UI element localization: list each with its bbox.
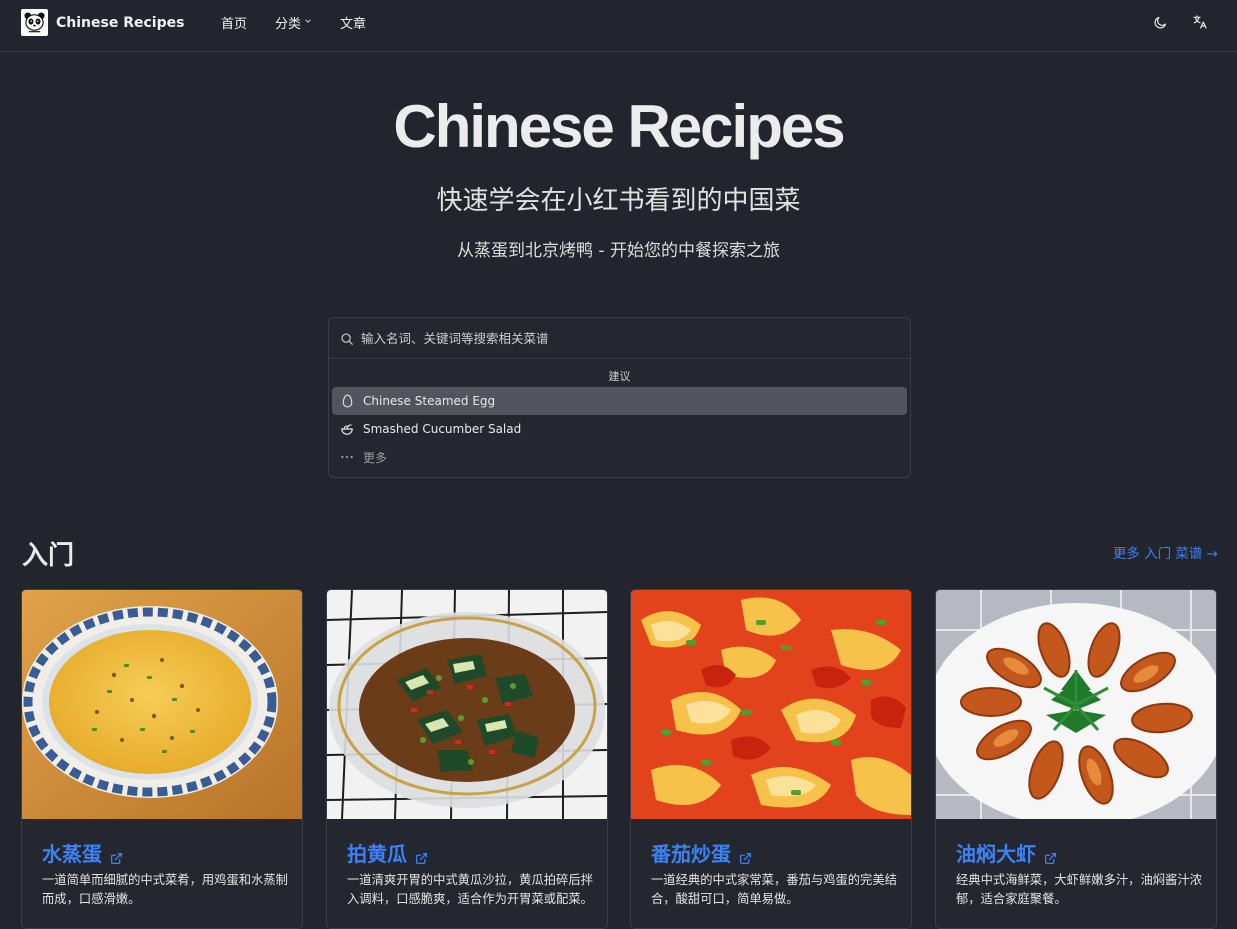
hero-subtitle: 快速学会在小红书看到的中国菜 xyxy=(436,186,801,216)
external-link-icon xyxy=(110,846,123,865)
recipe-title-link[interactable]: 水蒸蛋 xyxy=(42,838,123,867)
more-recipes-link[interactable]: 更多 入门 菜谱 → xyxy=(1113,542,1218,562)
recipe-card[interactable]: 水蒸蛋 一道简单而细腻的中式菜肴，用鸡蛋和水蒸制而成，口感滑嫩。 xyxy=(21,589,303,929)
suggestion-label: Chinese Steamed Egg xyxy=(363,394,496,408)
hero-tagline: 从蒸蛋到北京烤鸭 - 开始您的中餐探索之旅 xyxy=(457,241,780,261)
recipe-title-link[interactable]: 油焖大虾 xyxy=(956,838,1057,867)
recipe-card[interactable]: 番茄炒蛋 一道经典的中式家常菜，番茄与鸡蛋的完美结合，酸甜可口，简单易做。 xyxy=(630,589,912,929)
search-input[interactable] xyxy=(361,328,891,348)
top-navbar: Chinese Recipes 首页 分类 文章 xyxy=(0,0,1237,52)
chevron-down-icon xyxy=(304,17,312,28)
recipe-card[interactable]: 拍黄瓜 一道清爽开胃的中式黄瓜沙拉，黄瓜拍碎后拌入调料，口感脆爽，适合作为开胃菜… xyxy=(326,589,608,929)
recipe-image-steamed-egg xyxy=(22,590,302,819)
external-link-icon xyxy=(415,846,428,865)
recipe-description: 经典中式海鲜菜，大虾鲜嫩多汁，油焖酱汁浓郁，适合家庭聚餐。 xyxy=(956,873,1202,906)
search-bar xyxy=(329,318,910,359)
suggestion-label: Smashed Cucumber Salad xyxy=(363,422,522,436)
nav-link-home[interactable]: 首页 xyxy=(221,13,247,32)
section-title: 入门 xyxy=(22,541,75,571)
salad-bowl-icon xyxy=(340,422,354,436)
recipe-title: 拍黄瓜 xyxy=(347,842,407,866)
recipe-title-link[interactable]: 番茄炒蛋 xyxy=(651,838,752,867)
nav-link-categories[interactable]: 分类 xyxy=(275,13,312,32)
search-panel: 建议 Chinese Steamed Egg Smashed Cucumber … xyxy=(328,317,911,478)
recipe-title: 番茄炒蛋 xyxy=(651,842,731,866)
recipe-card[interactable]: 油焖大虾 经典中式海鲜菜，大虾鲜嫩多汁，油焖酱汁浓郁，适合家庭聚餐。 xyxy=(935,589,1217,929)
brand-name: Chinese Recipes xyxy=(56,14,185,31)
external-link-icon xyxy=(1044,846,1057,865)
recipe-title: 水蒸蛋 xyxy=(42,842,102,866)
recipe-description: 一道清爽开胃的中式黄瓜沙拉，黄瓜拍碎后拌入调料，口感脆爽，适合作为开胃菜或配菜。 xyxy=(347,873,593,906)
nav-link-articles[interactable]: 文章 xyxy=(340,13,366,32)
external-link-icon xyxy=(739,846,752,865)
recipe-image-tomato-egg xyxy=(631,590,911,819)
egg-icon xyxy=(340,394,354,408)
search-icon xyxy=(340,331,354,345)
brand-home-link[interactable]: Chinese Recipes xyxy=(21,9,184,36)
nav-link-articles-label: 文章 xyxy=(340,16,367,32)
suggestions-heading: 建议 xyxy=(608,370,631,383)
suggestion-more[interactable]: 更多 xyxy=(332,443,907,471)
recipe-title-link[interactable]: 拍黄瓜 xyxy=(347,838,428,867)
suggestion-item-cucumber-salad[interactable]: Smashed Cucumber Salad xyxy=(332,415,907,443)
recipe-image-braised-prawns xyxy=(936,590,1216,819)
panda-icon xyxy=(21,9,48,36)
translate-icon[interactable] xyxy=(1191,13,1209,31)
recipe-title: 油焖大虾 xyxy=(956,842,1036,866)
recipe-description: 一道简单而细腻的中式菜肴，用鸡蛋和水蒸制而成，口感滑嫩。 xyxy=(42,873,288,906)
suggestion-more-label: 更多 xyxy=(363,450,388,465)
nav-link-home-label: 首页 xyxy=(221,16,248,32)
hero-title: Chinese Recipes xyxy=(393,93,845,160)
suggestion-item-steamed-egg[interactable]: Chinese Steamed Egg xyxy=(332,387,907,415)
ellipsis-icon xyxy=(340,450,354,464)
nav-link-categories-label: 分类 xyxy=(275,16,302,32)
moon-icon[interactable] xyxy=(1151,13,1169,31)
recipe-image-cucumber-salad xyxy=(327,590,607,819)
main-nav: 首页 分类 文章 xyxy=(221,0,394,44)
recipe-description: 一道经典的中式家常菜，番茄与鸡蛋的完美结合，酸甜可口，简单易做。 xyxy=(651,873,897,906)
